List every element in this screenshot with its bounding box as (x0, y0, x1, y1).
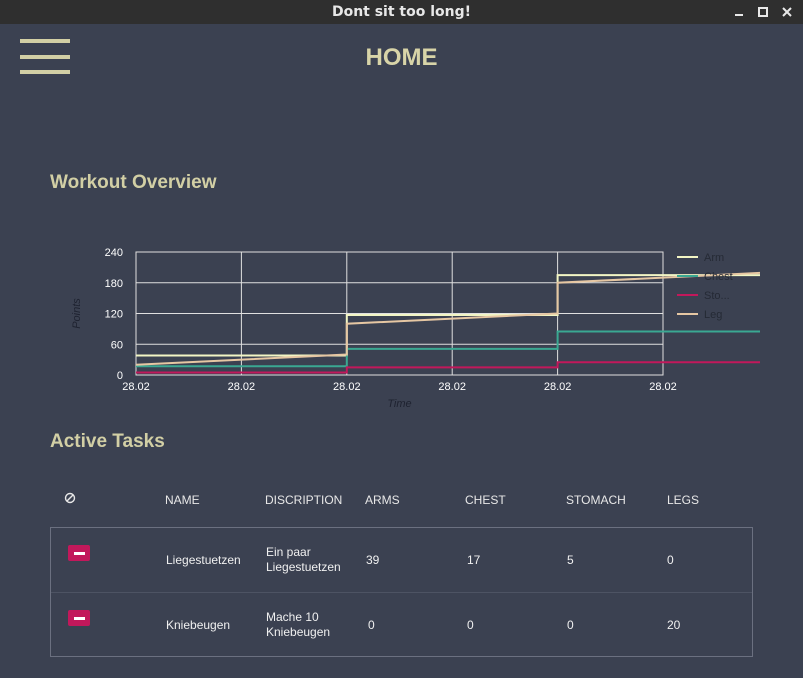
legend-label: Sto... (704, 290, 730, 302)
task-description: Mache 10 Kniebeugen (266, 610, 330, 640)
x-tick-label: 28.02 (438, 381, 466, 393)
legend-label: Arm (704, 252, 724, 264)
task-chest: 17 (467, 553, 481, 567)
column-header-description[interactable]: DISCRIPTION (265, 493, 342, 507)
task-name: Liegestuetzen (166, 553, 241, 567)
task-description-line: Liegestuetzen (266, 560, 341, 574)
page-title: HOME (365, 44, 438, 71)
active-tasks-title: Active Tasks (50, 431, 165, 452)
legend-label: Leg (704, 309, 722, 321)
task-legs: 0 (667, 553, 674, 567)
workout-overview-title: Workout Overview (50, 172, 217, 193)
task-arms: 39 (366, 553, 380, 567)
column-header-chest[interactable]: CHEST (465, 493, 506, 507)
y-tick-label: 120 (105, 309, 123, 321)
task-stomach: 0 (567, 618, 574, 632)
y-axis-label: Points (71, 298, 83, 329)
y-tick-label: 60 (111, 339, 123, 351)
legend-label: Chest (704, 271, 733, 283)
block-icon[interactable] (64, 492, 76, 507)
minimize-icon[interactable] (733, 6, 745, 18)
task-description-line: Ein paar (266, 545, 311, 559)
x-tick-label: 28.02 (122, 381, 150, 393)
table-header: NAME DISCRIPTION ARMS CHEST STOMACH LEGS (50, 490, 753, 510)
window-title: Dont sit too long! (331, 4, 472, 20)
task-chest: 0 (467, 618, 474, 632)
task-description: Ein paar Liegestuetzen (266, 545, 341, 575)
task-name: Kniebeugen (166, 618, 231, 632)
column-header-legs[interactable]: LEGS (667, 493, 699, 507)
task-arms: 0 (368, 618, 375, 632)
x-tick-label: 28.02 (228, 381, 256, 393)
close-icon[interactable] (781, 6, 793, 18)
x-axis-label: Time (387, 398, 411, 410)
x-tick-label: 28.02 (333, 381, 361, 393)
series-line-0 (136, 274, 760, 357)
series-line-3 (135, 271, 760, 366)
remove-task-button[interactable] (68, 545, 90, 561)
column-header-arms[interactable]: ARMS (365, 493, 400, 507)
task-description-line: Kniebeugen (266, 625, 331, 639)
tasks-table: Liegestuetzen Ein paar Liegestuetzen 39 … (50, 527, 753, 657)
x-tick-label: 28.02 (544, 381, 572, 393)
task-legs: 20 (667, 618, 681, 632)
maximize-icon[interactable] (757, 6, 769, 18)
remove-task-button[interactable] (68, 610, 90, 626)
workout-chart: 060120180240 28.02 28.02 28.02 28.02 28.02 28… (71, 247, 760, 410)
table-row[interactable]: Liegestuetzen Ein paar Liegestuetzen 39 … (51, 528, 752, 592)
column-header-stomach[interactable]: STOMACH (566, 493, 626, 507)
task-description-line: Mache 10 (266, 610, 319, 624)
table-row[interactable]: Kniebeugen Mache 10 Kniebeugen 0 0 0 20 (51, 592, 752, 657)
y-tick-label: 240 (105, 247, 123, 259)
title-bar: Dont sit too long! (0, 0, 803, 24)
task-stomach: 5 (567, 553, 574, 567)
x-tick-label: 28.02 (649, 381, 677, 393)
y-tick-label: 180 (105, 278, 123, 290)
column-header-name[interactable]: NAME (165, 493, 200, 507)
window-controls (733, 0, 793, 24)
